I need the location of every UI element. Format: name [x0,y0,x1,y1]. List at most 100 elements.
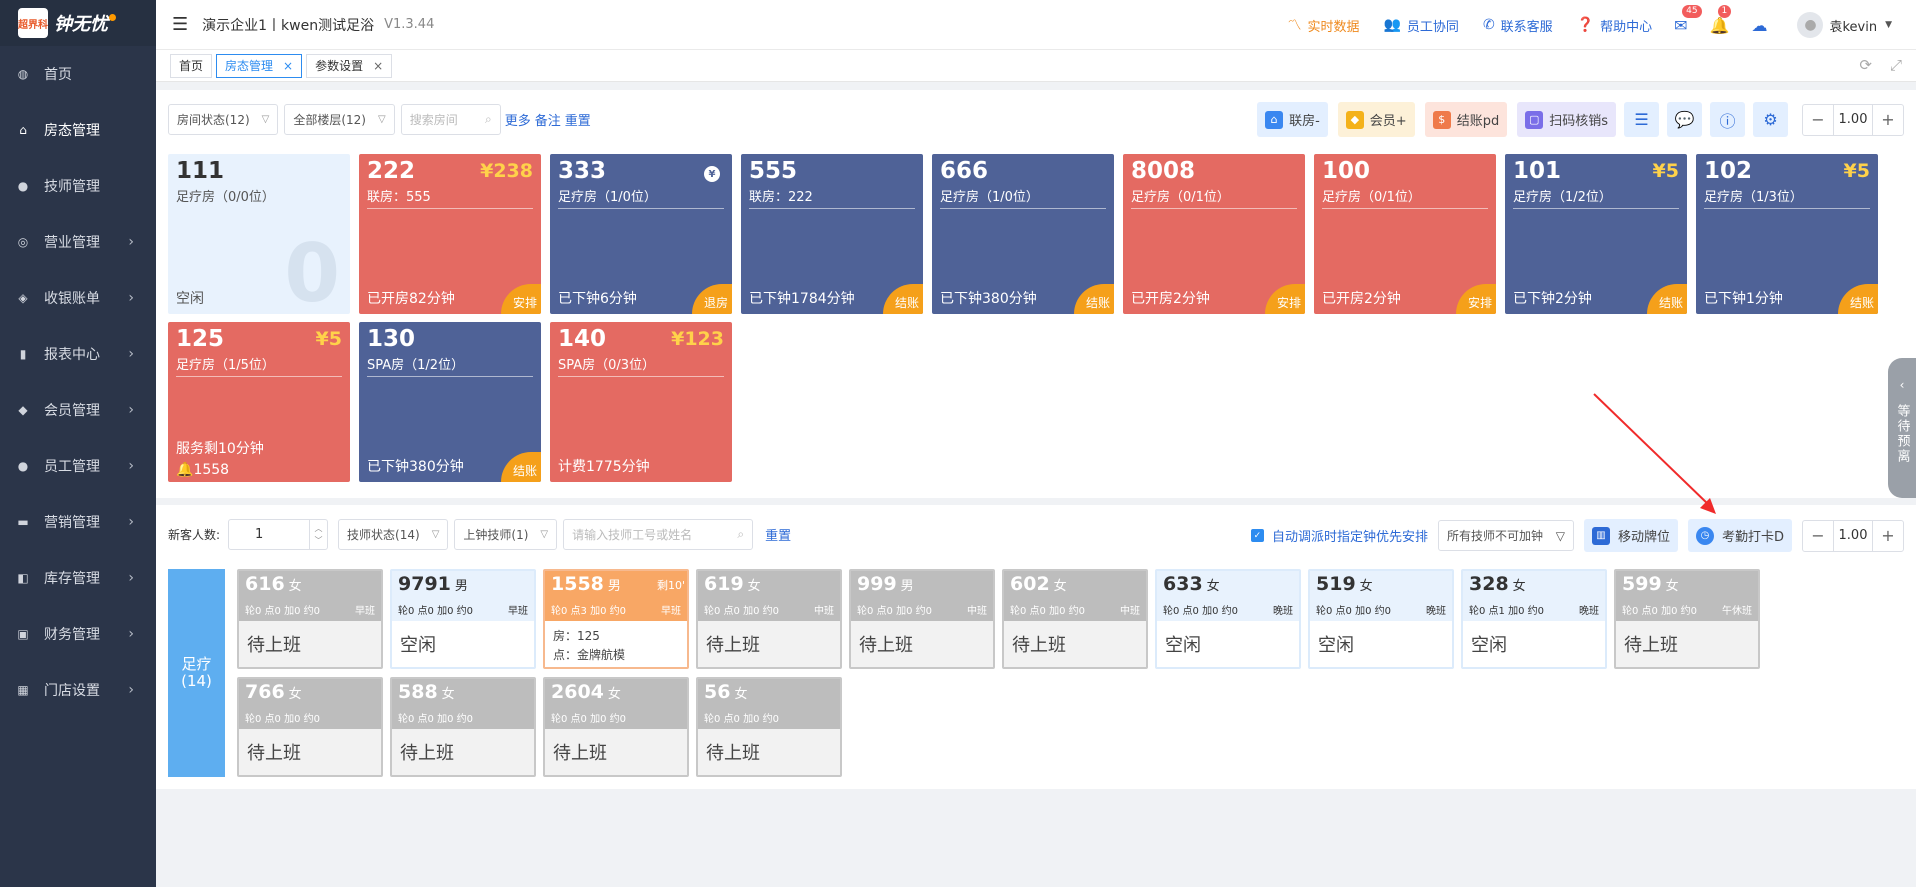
tech-status-select[interactable]: 技师状态(14) ▽ [338,519,449,550]
note-link[interactable]: 备注 [535,110,561,129]
zoom-increase-button[interactable]: + [1873,110,1903,129]
staff-collab-link[interactable]: 👥 员工协同 [1383,16,1458,35]
onduty-tech-select[interactable]: 上钟技师(1) ▽ [454,519,558,550]
technician-card[interactable]: 633 女轮0 点0 加0 约0 晚班 空闲 [1155,569,1301,669]
sidebar-item-6[interactable]: ◆ 会员管理 › [0,382,156,438]
zoom-decrease-button[interactable]: − [1803,526,1833,545]
technician-card[interactable]: 588 女轮0 点0 加0 约0 待上班 [390,677,536,777]
new-guest-stepper[interactable]: 1 ︿ ﹀ [228,519,329,550]
technician-card[interactable]: 9791 男轮0 点0 加0 约0 早班 空闲 [390,569,536,669]
waiting-departure-tab[interactable]: ‹ 等待预离 [1888,358,1916,498]
room-card[interactable]: 222 ¥238 联房：555 已开房82分钟 安排 [359,154,541,314]
room-card[interactable]: 555 联房：222 已下钟1784分钟 结账 [741,154,923,314]
sidebar-item-4[interactable]: ◈ 收银账单 › [0,270,156,326]
close-icon[interactable]: × [283,59,293,73]
technician-card[interactable]: 999 男轮0 点0 加0 约0 中班 待上班 [849,569,995,669]
room-card[interactable]: 101 ¥5 足疗房（1/2位） 已下钟2分钟 结账 [1505,154,1687,314]
technician-gender: 女 [288,687,302,702]
technician-card[interactable]: 599 女轮0 点0 加0 约0 午休班 待上班 [1614,569,1760,669]
room-card[interactable]: 333 ¥ 足疗房（1/0位） 已下钟6分钟 退房 [550,154,732,314]
zoom-increase-button[interactable]: + [1873,526,1903,545]
realtime-data-link[interactable]: 〽 实时数据 [1287,15,1359,35]
room-card[interactable]: 130 SPA房（1/2位） 已下钟380分钟 结账 [359,322,541,482]
contact-service-link[interactable]: ✆ 联系客服 [1483,16,1553,35]
tab-1[interactable]: 房态管理 × [216,53,303,78]
room-status-select[interactable]: 房间状态(12) ▽ [168,104,279,135]
sidebar-item-0[interactable]: ◍ 首页 [0,46,156,102]
room-action-tag[interactable]: 退房 [692,284,732,314]
settings-button[interactable]: ⚙ [1753,102,1788,137]
room-action-tag[interactable]: 结账 [1074,284,1114,314]
attendance-button[interactable]: ◷ 考勤打卡D [1687,519,1792,552]
scan-verify-button[interactable]: ▢ 扫码核销s [1517,102,1616,137]
info-button[interactable]: ⓘ [1710,102,1745,137]
mail-button[interactable]: ✉ 45 [1674,4,1702,35]
technician-card[interactable]: 519 女轮0 点0 加0 约0 晚班 空闲 [1308,569,1454,669]
sidebar-item-11[interactable]: ▦ 门店设置 › [0,662,156,718]
technician-service: 房：125 点：金牌航模 [545,621,687,667]
technician-card[interactable]: 2604 女轮0 点0 加0 约0 待上班 [543,677,689,777]
fullscreen-icon[interactable]: ⤢ [1890,56,1902,74]
technician-card[interactable]: 328 女轮0 点1 加0 约0 晚班 空闲 [1461,569,1607,669]
room-card[interactable]: 0 111 足疗房（0/0位） 空闲 [168,154,350,314]
sidebar-item-1[interactable]: ⌂ 房态管理 [0,102,156,158]
room-status: 已下钟2分钟 [1513,291,1592,307]
hamburger-menu-icon[interactable]: ☰ [172,14,188,35]
checkout-button[interactable]: $ 结账pd [1424,102,1508,137]
zoom-decrease-button[interactable]: − [1803,110,1833,129]
room-zoom-value[interactable]: 1.00 [1833,104,1873,135]
sidebar-item-3[interactable]: ◎ 营业管理 › [0,214,156,270]
more-link[interactable]: 更多 [505,110,531,129]
sidebar-item-10[interactable]: ▣ 财务管理 › [0,606,156,662]
technician-card[interactable]: 616 女轮0 点0 加0 约0 早班 待上班 [237,569,383,669]
stepper-arrows[interactable]: ︿ ﹀ [309,520,327,549]
sidebar-item-8[interactable]: ▬ 营销管理 › [0,494,156,550]
tech-zoom-value[interactable]: 1.00 [1833,520,1873,551]
sidebar-item-5[interactable]: ▮ 报表中心 › [0,326,156,382]
room-action-tag[interactable]: 结账 [1647,284,1687,314]
list-view-button[interactable]: ☰ [1624,102,1659,137]
tech-search-input[interactable]: 请输入技师工号或姓名 ⌕ [563,519,754,550]
room-card[interactable]: 102 ¥5 足疗房（1/3位） 已下钟1分钟 结账 [1696,154,1878,314]
room-card[interactable]: 100 足疗房（0/1位） 已开房2分钟 安排 [1314,154,1496,314]
room-card[interactable]: 140 ¥123 SPA房（0/3位） 计费1775分钟 [550,322,732,482]
technician-card[interactable]: 766 女轮0 点0 加0 约0 待上班 [237,677,383,777]
notification-button[interactable]: 🔔 1 [1710,4,1732,35]
close-icon[interactable]: × [373,59,383,73]
floor-select[interactable]: 全部楼层(12) ▽ [284,104,395,135]
room-card[interactable]: 8008 足疗房（0/1位） 已开房2分钟 安排 [1123,154,1305,314]
message-button[interactable]: 💬 [1667,102,1702,137]
sidebar-item-9[interactable]: ◧ 库存管理 › [0,550,156,606]
technician-card[interactable]: 602 女轮0 点0 加0 约0 中班 待上班 [1002,569,1148,669]
tech-reset-link[interactable]: 重置 [765,525,791,544]
room-search-input[interactable]: 搜索房间 ⌕ [400,104,501,135]
overtime-select[interactable]: 所有技师不可加钟 ▽ [1437,520,1574,551]
technician-card[interactable]: 1558 男 剩10' 轮0 点3 加0 约0 早班 房：125 点：金牌航模 [543,569,689,669]
help-center-link[interactable]: ❓ 帮助中心 [1577,16,1652,35]
sidebar-item-2[interactable]: ● 技师管理 [0,158,156,214]
room-action-tag[interactable]: 安排 [501,284,541,314]
user-menu[interactable]: ● 袁kevin ▼ [1797,12,1892,38]
room-status-select-value: 房间状态(12) [177,113,250,127]
refresh-icon[interactable]: ⟳ [1859,56,1872,74]
cloud-button[interactable]: ☁ [1751,16,1767,35]
tab-2[interactable]: 参数设置 × [306,53,393,78]
technician-card[interactable]: 56 女轮0 点0 加0 约0 待上班 [696,677,842,777]
move-position-button[interactable]: ▥ 移动牌位 [1583,519,1678,552]
room-action-tag[interactable]: 安排 [1456,284,1496,314]
room-card[interactable]: 666 足疗房（1/0位） 已下钟380分钟 结账 [932,154,1114,314]
member-button[interactable]: ◆ 会员+ [1337,102,1415,137]
technician-card[interactable]: 619 女轮0 点0 加0 约0 中班 待上班 [696,569,842,669]
room-action-tag[interactable]: 结账 [501,452,541,482]
room-card[interactable]: 125 ¥5 足疗房（1/5位） 服务剩10分钟 🔔1558 [168,322,350,482]
room-action-tag[interactable]: 结账 [883,284,923,314]
reset-link[interactable]: 重置 [565,110,591,129]
room-action-tag[interactable]: 安排 [1265,284,1305,314]
logo[interactable]: 超界科 钟无忧 [0,0,156,46]
link-room-button[interactable]: ⌂ 联房- [1257,102,1328,137]
tab-0[interactable]: 首页 [170,53,213,78]
tech-group-foot-massage[interactable]: 足疗 (14) [168,569,225,777]
sidebar-item-7[interactable]: ● 员工管理 › [0,438,156,494]
auto-dispatch-checkbox[interactable]: ✓ [1250,529,1264,542]
room-action-tag[interactable]: 结账 [1838,284,1878,314]
